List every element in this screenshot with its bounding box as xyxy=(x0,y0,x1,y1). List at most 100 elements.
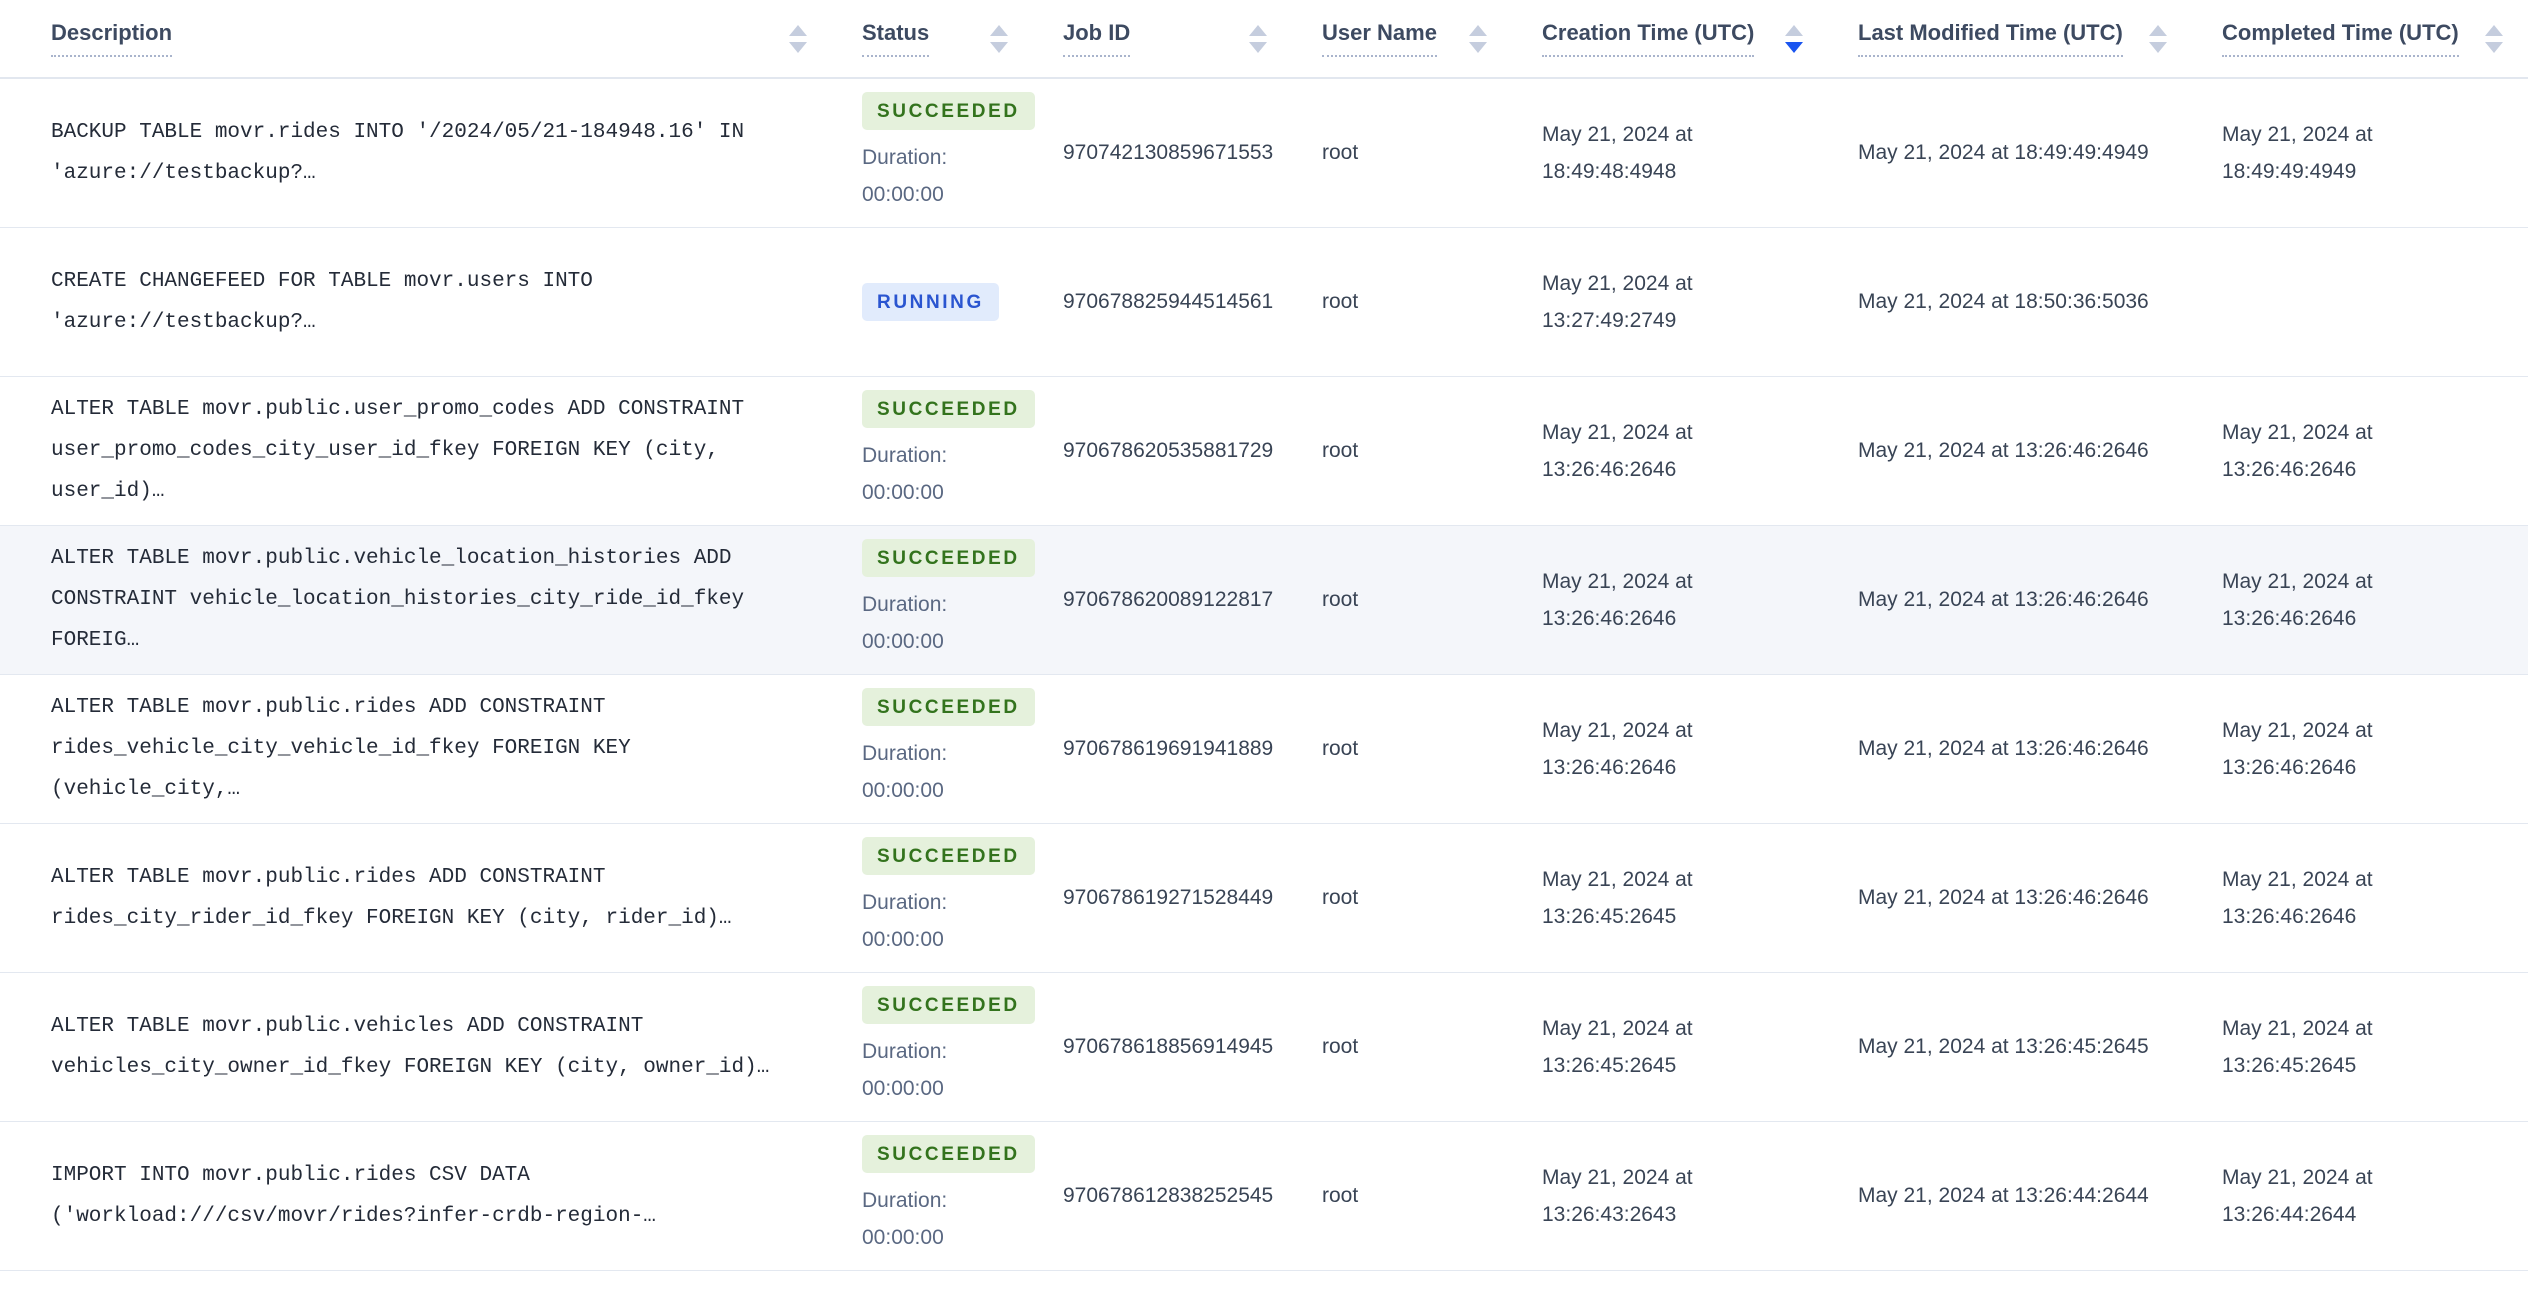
job-description[interactable]: ALTER TABLE movr.public.vehicle_location… xyxy=(0,525,862,674)
duration-value: 00:00:00 xyxy=(862,630,944,653)
job-description[interactable]: ALTER TABLE movr.public.vehicles ADD CON… xyxy=(0,972,862,1121)
sort-icon[interactable] xyxy=(990,24,1008,53)
duration-label: Duration: xyxy=(862,1040,948,1063)
completed-time: May 21, 2024 at 13:26:45:2645 xyxy=(2222,1016,2373,1077)
completed-time: May 21, 2024 at 13:26:46:2646 xyxy=(2222,569,2373,630)
user-name: root xyxy=(1322,289,1359,313)
sort-icon[interactable] xyxy=(2485,24,2503,53)
completed-time: May 21, 2024 at 13:26:46:2646 xyxy=(2222,420,2373,481)
column-header-last-modified-time[interactable]: Last Modified Time (UTC) xyxy=(1858,0,2222,79)
job-status-cell: SUCCEEDED Duration: 00:00:00 xyxy=(862,972,1063,1121)
column-label-status[interactable]: Status xyxy=(862,20,930,57)
creation-time: May 21, 2024 at 13:27:49:2749 xyxy=(1542,271,1693,332)
duration-value: 00:00:00 xyxy=(862,928,944,951)
column-header-user-name[interactable]: User Name xyxy=(1322,0,1542,79)
status-badge: RUNNING xyxy=(862,282,999,321)
creation-time: May 21, 2024 at 13:26:46:2646 xyxy=(1542,718,1693,779)
column-header-description[interactable]: Description xyxy=(0,0,862,79)
duration-value: 00:00:00 xyxy=(862,779,944,802)
user-name: root xyxy=(1322,1183,1359,1207)
last-modified-time: May 21, 2024 at 13:26:45:2645 xyxy=(1858,1035,2149,1058)
column-label-description[interactable]: Description xyxy=(51,20,173,57)
sort-icon[interactable] xyxy=(789,24,807,53)
status-badge: SUCCEEDED xyxy=(862,1135,1035,1173)
creation-time: May 21, 2024 at 13:26:45:2645 xyxy=(1542,867,1693,928)
creation-time: May 21, 2024 at 13:26:45:2645 xyxy=(1542,1016,1693,1077)
jobs-table-header: Description Status Job ID User Name Crea… xyxy=(0,0,2528,79)
table-row[interactable]: IMPORT INTO movr.public.rides CSV DATA (… xyxy=(0,1121,2528,1270)
job-id: 970678825944514561 xyxy=(1063,289,1274,313)
job-id: 970678619271528449 xyxy=(1063,885,1274,909)
duration-value: 00:00:00 xyxy=(862,1077,944,1100)
table-row[interactable]: CREATE CHANGEFEED FOR TABLE movr.users I… xyxy=(0,227,2528,376)
last-modified-time: May 21, 2024 at 13:26:46:2646 xyxy=(1858,588,2149,611)
column-header-status[interactable]: Status xyxy=(862,0,1063,79)
job-status-cell: SUCCEEDED Duration: 00:00:00 xyxy=(862,1121,1063,1270)
user-name: root xyxy=(1322,885,1359,909)
jobs-table: Description Status Job ID User Name Crea… xyxy=(0,0,2528,1271)
job-status-cell: SUCCEEDED Duration: 00:00:00 xyxy=(862,376,1063,525)
creation-time: May 21, 2024 at 13:26:46:2646 xyxy=(1542,569,1693,630)
job-description[interactable]: CREATE CHANGEFEED FOR TABLE movr.users I… xyxy=(0,227,862,376)
column-header-creation-time[interactable]: Creation Time (UTC) xyxy=(1542,0,1858,79)
job-description[interactable]: ALTER TABLE movr.public.rides ADD CONSTR… xyxy=(0,674,862,823)
job-status-cell: SUCCEEDED Duration: 00:00:00 xyxy=(862,823,1063,972)
last-modified-time: May 21, 2024 at 18:49:49:4949 xyxy=(1858,141,2149,165)
status-badge: SUCCEEDED xyxy=(862,688,1035,726)
job-description[interactable]: BACKUP TABLE movr.rides INTO '/2024/05/2… xyxy=(0,78,862,227)
column-label-user-name[interactable]: User Name xyxy=(1322,20,1437,57)
completed-time: May 21, 2024 at 13:26:46:2646 xyxy=(2222,867,2373,928)
user-name: root xyxy=(1322,1034,1359,1058)
job-description[interactable]: ALTER TABLE movr.public.rides ADD CONSTR… xyxy=(0,823,862,972)
column-label-completed-time[interactable]: Completed Time (UTC) xyxy=(2222,20,2459,57)
column-label-last-modified-time[interactable]: Last Modified Time (UTC) xyxy=(1858,20,2123,57)
table-row[interactable]: BACKUP TABLE movr.rides INTO '/2024/05/2… xyxy=(0,78,2528,227)
sort-icon[interactable] xyxy=(2149,24,2167,53)
user-name: root xyxy=(1322,140,1359,164)
completed-time xyxy=(2222,227,2528,376)
duration-label: Duration: xyxy=(862,146,948,170)
column-header-job-id[interactable]: Job ID xyxy=(1063,0,1322,79)
duration-value: 00:00:00 xyxy=(862,183,944,207)
user-name: root xyxy=(1322,587,1359,611)
job-status-cell: SUCCEEDED Duration: 00:00:00 xyxy=(862,525,1063,674)
job-status-cell: RUNNING xyxy=(862,227,1063,376)
table-row[interactable]: ALTER TABLE movr.public.rides ADD CONSTR… xyxy=(0,674,2528,823)
table-row[interactable]: ALTER TABLE movr.public.user_promo_codes… xyxy=(0,376,2528,525)
last-modified-time: May 21, 2024 at 18:50:36:5036 xyxy=(1858,290,2149,313)
duration-label: Duration: xyxy=(862,891,948,914)
last-modified-time: May 21, 2024 at 13:26:44:2644 xyxy=(1858,1184,2149,1207)
job-id: 970678612838252545 xyxy=(1063,1183,1274,1207)
last-modified-time: May 21, 2024 at 13:26:46:2646 xyxy=(1858,439,2149,462)
job-id: 970678618856914945 xyxy=(1063,1034,1274,1058)
completed-time: May 21, 2024 at 18:49:49:4949 xyxy=(2222,122,2373,183)
column-header-completed-time[interactable]: Completed Time (UTC) xyxy=(2222,0,2528,79)
duration-label: Duration: xyxy=(862,742,948,765)
table-row[interactable]: ALTER TABLE movr.public.rides ADD CONSTR… xyxy=(0,823,2528,972)
completed-time: May 21, 2024 at 13:26:46:2646 xyxy=(2222,718,2373,779)
duration-label: Duration: xyxy=(862,444,948,467)
table-row[interactable]: ALTER TABLE movr.public.vehicle_location… xyxy=(0,525,2528,674)
status-badge: SUCCEEDED xyxy=(862,986,1035,1024)
column-label-job-id[interactable]: Job ID xyxy=(1063,20,1131,57)
sort-icon-active-desc[interactable] xyxy=(1785,24,1803,53)
job-description[interactable]: ALTER TABLE movr.public.user_promo_codes… xyxy=(0,376,862,525)
table-row[interactable]: ALTER TABLE movr.public.vehicles ADD CON… xyxy=(0,972,2528,1121)
job-description[interactable]: IMPORT INTO movr.public.rides CSV DATA (… xyxy=(0,1121,862,1270)
sort-icon[interactable] xyxy=(1249,24,1267,53)
status-badge: SUCCEEDED xyxy=(862,390,1035,428)
user-name: root xyxy=(1322,438,1359,462)
last-modified-time: May 21, 2024 at 13:26:46:2646 xyxy=(1858,886,2149,909)
sort-icon[interactable] xyxy=(1469,24,1487,53)
status-badge: SUCCEEDED xyxy=(862,539,1035,577)
job-id: 970678620089122817 xyxy=(1063,587,1274,611)
jobs-table-body: BACKUP TABLE movr.rides INTO '/2024/05/2… xyxy=(0,78,2528,1270)
job-status-cell: SUCCEEDED Duration: 00:00:00 xyxy=(862,78,1063,227)
completed-time: May 21, 2024 at 13:26:44:2644 xyxy=(2222,1165,2373,1226)
creation-time: May 21, 2024 at 13:26:46:2646 xyxy=(1542,420,1693,481)
column-label-creation-time[interactable]: Creation Time (UTC) xyxy=(1542,20,1755,57)
duration-value: 00:00:00 xyxy=(862,481,944,504)
job-status-cell: SUCCEEDED Duration: 00:00:00 xyxy=(862,674,1063,823)
status-badge: SUCCEEDED xyxy=(862,837,1035,875)
job-id: 970742130859671553 xyxy=(1063,140,1274,164)
